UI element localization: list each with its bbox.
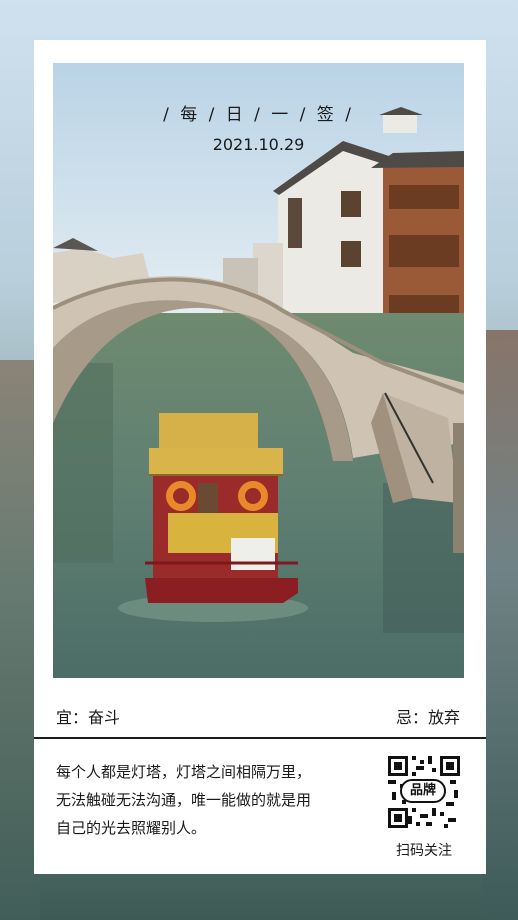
- sign-title: / 每 / 日 / 一 / 签 /: [163, 105, 354, 125]
- background-blur-right: [482, 330, 518, 920]
- divider: [34, 737, 486, 739]
- quote-line: 自己的光去照耀别人。: [56, 819, 207, 837]
- quote-line: 无法触碰无法沟通，唯一能做的就是用: [56, 791, 312, 809]
- yi-advice: 宜：奋斗: [56, 708, 121, 727]
- qr-brand-badge: 品牌: [400, 779, 446, 803]
- qr-code[interactable]: 品牌: [388, 756, 460, 828]
- daily-sign-card: / 每 / 日 / 一 / 签 / 2021.10.29 宜：奋斗 忌：放弃 每…: [34, 40, 486, 874]
- qr-caption: 扫码关注: [396, 843, 452, 859]
- quote-text: 每个人都是灯塔，灯塔之间相隔万里， 无法触碰无法沟通，唯一能做的就是用 自己的光…: [56, 758, 356, 842]
- canal-photo: / 每 / 日 / 一 / 签 / 2021.10.29: [53, 63, 464, 678]
- ji-advice: 忌：放弃: [395, 708, 460, 727]
- quote-line: 每个人都是灯塔，灯塔之间相隔万里，: [56, 763, 312, 781]
- sign-date: 2021.10.29: [212, 135, 305, 154]
